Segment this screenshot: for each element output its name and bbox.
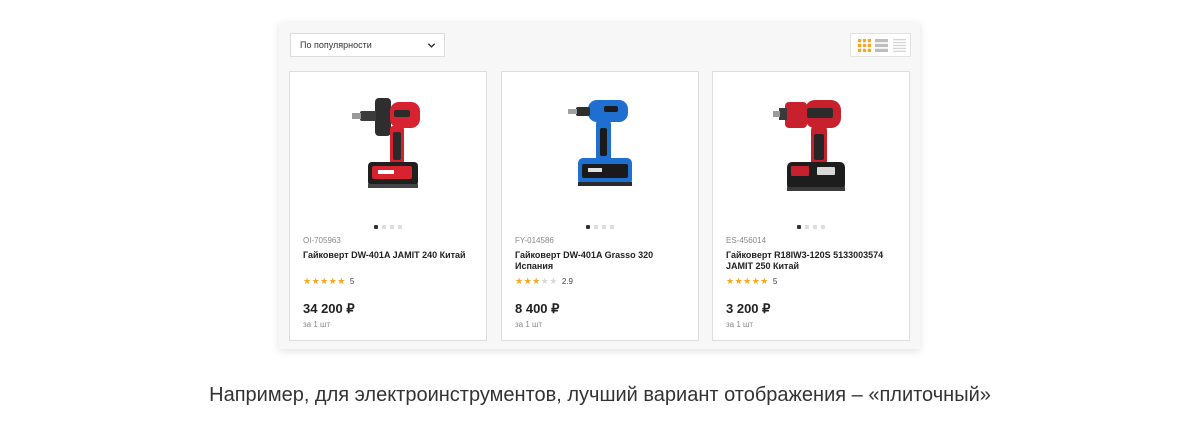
- image-carousel-dots: [290, 225, 486, 229]
- rating-stars-icon: ★★★★★: [515, 276, 558, 286]
- product-title[interactable]: Гайковерт DW-401A Grasso 320 Испания: [515, 250, 689, 272]
- image-carousel-dots: [502, 225, 698, 229]
- product-price: 3 200 ₽: [726, 301, 771, 316]
- carousel-dot[interactable]: [610, 225, 614, 229]
- product-image[interactable]: [546, 94, 656, 199]
- caption-text: Например, для электроинструментов, лучши…: [209, 384, 991, 406]
- product-title[interactable]: Гайковерт DW-401A JAMIT 240 Китай: [303, 250, 477, 261]
- chevron-down-icon: [427, 43, 436, 48]
- carousel-dot[interactable]: [821, 225, 825, 229]
- price-unit: за 1 шт: [726, 320, 754, 329]
- rating-stars-icon: ★★★★★: [303, 276, 346, 286]
- sort-select[interactable]: По популярности: [290, 33, 445, 57]
- product-image[interactable]: [334, 94, 444, 199]
- carousel-dot[interactable]: [797, 225, 801, 229]
- carousel-dot[interactable]: [586, 225, 590, 229]
- sort-select-label: По популярности: [300, 40, 372, 50]
- product-price: 8 400 ₽: [515, 301, 560, 316]
- price-unit: за 1 шт: [515, 320, 543, 329]
- carousel-dot[interactable]: [390, 225, 394, 229]
- catalog-panel: По популярности OI-705963 Гайковерт DW-4…: [279, 22, 920, 349]
- product-rating: ★★★★★ 5: [726, 276, 777, 287]
- rating-value: 2.9: [561, 277, 573, 286]
- product-image[interactable]: [757, 94, 867, 199]
- list-view-icon[interactable]: [875, 39, 888, 52]
- image-carousel-dots: [713, 225, 909, 229]
- product-sku: OI-705963: [303, 236, 341, 245]
- product-price: 34 200 ₽: [303, 301, 355, 316]
- product-card[interactable]: FY-014586 Гайковерт DW-401A Grasso 320 И…: [501, 71, 699, 341]
- compact-view-icon[interactable]: [893, 39, 906, 52]
- view-switcher: [850, 33, 911, 57]
- product-rating: ★★★★★ 2.9: [515, 276, 573, 287]
- grid-view-icon[interactable]: [858, 39, 871, 52]
- rating-value: 5: [772, 277, 778, 286]
- product-rating: ★★★★★ 5: [303, 276, 354, 287]
- carousel-dot[interactable]: [805, 225, 809, 229]
- carousel-dot[interactable]: [594, 225, 598, 229]
- price-unit: за 1 шт: [303, 320, 331, 329]
- product-title[interactable]: Гайковерт R18IW3-120S 5133003574 JAMIT 2…: [726, 250, 900, 272]
- rating-stars-icon: ★★★★★: [726, 276, 769, 286]
- carousel-dot[interactable]: [374, 225, 378, 229]
- product-sku: ES-456014: [726, 236, 767, 245]
- carousel-dot[interactable]: [813, 225, 817, 229]
- product-card[interactable]: OI-705963 Гайковерт DW-401A JAMIT 240 Ки…: [289, 71, 487, 341]
- carousel-dot[interactable]: [602, 225, 606, 229]
- product-card[interactable]: ES-456014 Гайковерт R18IW3-120S 51330035…: [712, 71, 910, 341]
- carousel-dot[interactable]: [398, 225, 402, 229]
- rating-value: 5: [349, 277, 355, 286]
- product-sku: FY-014586: [515, 236, 554, 245]
- carousel-dot[interactable]: [382, 225, 386, 229]
